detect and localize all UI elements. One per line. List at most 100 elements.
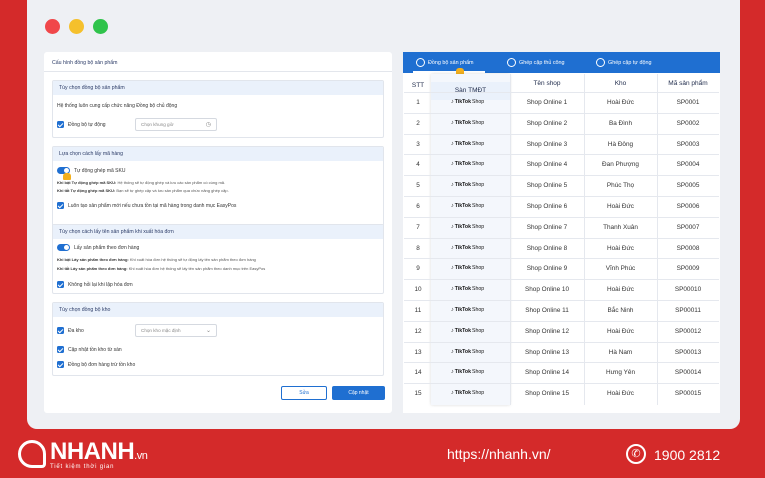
cell-stt: 10 bbox=[414, 286, 422, 294]
tab-product-sync[interactable]: Đồng bộ sản phẩm bbox=[416, 58, 474, 67]
tiktok-icon: ♪ bbox=[451, 119, 454, 126]
cell-shop-name: Shop Online 10 bbox=[524, 286, 570, 294]
tiktok-icon: ♪ bbox=[451, 327, 454, 334]
tiktok-shop-logo: ♪ TikTok Shop bbox=[451, 119, 485, 126]
row-divider bbox=[404, 237, 719, 239]
cell-product-code: SP0005 bbox=[676, 182, 700, 190]
pointer-hand-icon bbox=[63, 173, 71, 180]
tiktok-shop-logo: ♪ TikTok Shop bbox=[451, 99, 485, 105]
auto-sync-row[interactable]: Đồng bộ tự động bbox=[57, 121, 106, 128]
section-header: Lựa chọn cách lấy mã hàng bbox=[53, 147, 383, 161]
cell-product-code: SP0008 bbox=[676, 244, 700, 252]
product-sync-section: Tùy chọn đồng bộ sản phẩm bbox=[52, 80, 384, 138]
no-ask-checkbox[interactable] bbox=[57, 281, 64, 288]
sync-orders-checkbox[interactable] bbox=[57, 361, 64, 368]
order-product-row[interactable]: Lấy sản phẩm theo đơn hàng bbox=[57, 244, 139, 251]
cell-product-code: SP0007 bbox=[676, 223, 700, 231]
multi-warehouse-label: Đa kho bbox=[68, 327, 84, 334]
edit-button[interactable]: Sửa bbox=[281, 386, 327, 400]
update-button[interactable]: Cập nhật bbox=[332, 386, 385, 400]
cell-warehouse: Hoài Đức bbox=[606, 244, 634, 252]
cell-warehouse: Bắc Ninh bbox=[607, 307, 634, 314]
tiktok-shop-logo: ♪ TikTok Shop bbox=[451, 390, 485, 397]
update-stock-label: Cập nhật tồn kho từ sàn bbox=[68, 346, 122, 353]
invoice-note-off: Khi tắt Lấy sản phẩm theo đơn hàng: Khi … bbox=[57, 266, 266, 271]
tiktok-shop-logo: ♪ TikTok Shop bbox=[451, 161, 485, 168]
tab-manual-pairing[interactable]: Ghép cặp thủ công bbox=[507, 58, 565, 67]
tiktok-shop-logo: ♪ TikTok Shop bbox=[451, 369, 485, 376]
cell-stt: 8 bbox=[416, 244, 420, 252]
no-ask-row[interactable]: Không hỏi lại khi lập hóa đơn bbox=[57, 281, 133, 288]
close-dot[interactable] bbox=[45, 19, 60, 34]
cell-shop-name: Shop Online 6 bbox=[526, 203, 568, 210]
cell-product-code: SP0009 bbox=[676, 265, 700, 273]
link-icon bbox=[507, 58, 516, 67]
row-divider bbox=[404, 216, 719, 218]
auto-sync-checkbox[interactable] bbox=[57, 121, 64, 128]
row-divider bbox=[404, 383, 719, 385]
tiktok-icon: ♪ bbox=[451, 307, 454, 313]
cell-warehouse: Hoài Đức bbox=[606, 286, 634, 294]
tiktok-icon: ♪ bbox=[451, 99, 454, 105]
header-marketplace: Sàn TMĐT bbox=[431, 82, 510, 100]
tiktok-icon: ♪ bbox=[451, 161, 454, 168]
tiktok-shop-logo: ♪ TikTok Shop bbox=[451, 140, 485, 147]
row-divider bbox=[404, 258, 719, 260]
header-stt: STT bbox=[411, 82, 425, 89]
link-icon bbox=[596, 58, 605, 67]
order-product-toggle[interactable] bbox=[57, 244, 70, 251]
row-divider bbox=[404, 279, 719, 281]
phone-number[interactable]: 1900 2812 bbox=[654, 447, 720, 463]
cell-product-code: SP0002 bbox=[676, 119, 700, 127]
cell-shop-name: Shop Online 5 bbox=[526, 182, 568, 190]
cell-shop-name: Shop Online 9 bbox=[526, 265, 568, 273]
multi-warehouse-row[interactable]: Đa kho bbox=[57, 327, 84, 334]
cell-stt: 15 bbox=[414, 390, 422, 398]
sync-icon bbox=[416, 58, 425, 67]
cell-stt: 4 bbox=[416, 161, 420, 169]
cell-stt: 11 bbox=[414, 307, 422, 314]
row-divider bbox=[404, 92, 719, 93]
sync-orders-label: Đồng bộ đơn hàng trừ tồn kho bbox=[68, 361, 136, 368]
tiktok-shop-logo: ♪ TikTok Shop bbox=[451, 203, 485, 209]
active-tab-indicator bbox=[413, 71, 485, 73]
tiktok-icon: ♪ bbox=[451, 140, 454, 147]
cell-shop-name: Shop Online 4 bbox=[526, 161, 568, 169]
update-stock-row[interactable]: Cập nhật tồn kho từ sàn bbox=[57, 346, 122, 353]
cell-shop-name: Shop Online 1 bbox=[526, 99, 568, 106]
create-product-checkbox[interactable] bbox=[57, 202, 64, 209]
cell-stt: 14 bbox=[414, 369, 422, 377]
cell-product-code: SP0004 bbox=[676, 161, 700, 169]
create-product-row[interactable]: Luôn tạo sản phẩm mới nếu chưa tồn tại m… bbox=[57, 202, 236, 209]
sku-note-off: Khi tắt Tự động ghép mã SKU: Bạn sẽ tự g… bbox=[57, 188, 229, 193]
row-divider bbox=[404, 196, 719, 197]
minimize-dot[interactable] bbox=[69, 19, 84, 34]
warehouse-select[interactable]: Chọn kho mặc định ⌄ bbox=[135, 324, 217, 337]
cell-warehouse: Hoài Đức bbox=[606, 327, 634, 335]
cell-warehouse: Vĩnh Phúc bbox=[605, 265, 636, 273]
update-stock-checkbox[interactable] bbox=[57, 346, 64, 353]
row-divider bbox=[404, 154, 719, 156]
cell-shop-name: Shop Online 2 bbox=[526, 119, 568, 127]
time-frame-select[interactable]: Chọn khung giờ ◷ bbox=[135, 118, 217, 131]
sku-note-on: Khi bật Tự động ghép mã SKU: Hệ thống sẽ… bbox=[57, 180, 226, 185]
cell-warehouse: Hoài Đức bbox=[606, 390, 634, 398]
tab-auto-pairing[interactable]: Ghép cặp tự động bbox=[596, 58, 651, 67]
section-header: Tùy chọn đồng bộ sản phẩm bbox=[53, 81, 383, 95]
cell-warehouse: Hoài Đức bbox=[606, 99, 634, 106]
cell-product-code: SP0006 bbox=[676, 203, 700, 210]
cell-warehouse: Hà Đông bbox=[607, 140, 634, 148]
multi-warehouse-checkbox[interactable] bbox=[57, 327, 64, 334]
tiktok-shop-logo: ♪ TikTok Shop bbox=[451, 182, 485, 189]
row-divider bbox=[404, 112, 719, 114]
header-warehouse: Kho bbox=[614, 80, 627, 87]
cell-product-code: SP00012 bbox=[674, 327, 702, 335]
header-shop: Tên shop bbox=[533, 80, 561, 87]
maximize-dot[interactable] bbox=[93, 19, 108, 34]
order-product-label: Lấy sản phẩm theo đơn hàng bbox=[74, 244, 140, 251]
website-link[interactable]: https://nhanh.vn/ bbox=[447, 446, 551, 462]
sync-orders-row[interactable]: Đồng bộ đơn hàng trừ tồn kho bbox=[57, 361, 135, 368]
sync-description: Hệ thống luôn cung cấp chức năng Đồng bộ… bbox=[57, 103, 178, 109]
clock-icon: ◷ bbox=[205, 122, 211, 128]
cell-warehouse: Hoài Đức bbox=[606, 203, 634, 210]
